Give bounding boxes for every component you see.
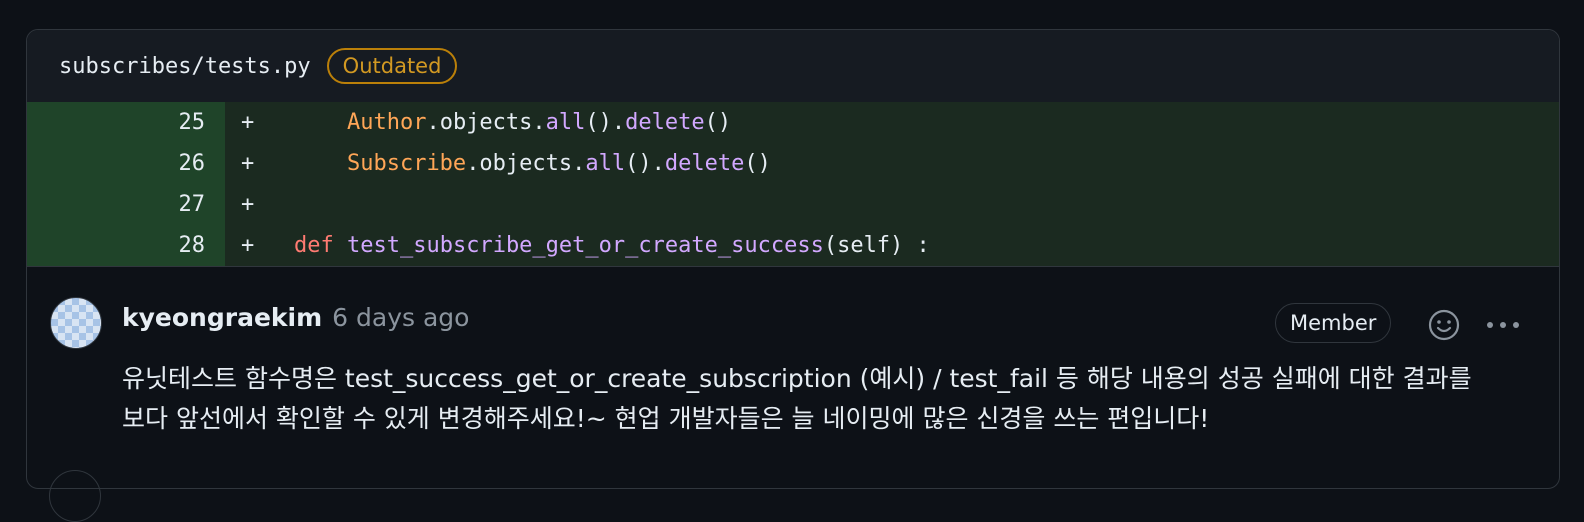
comment-body: 유닛테스트 함수명은 test_success_get_or_create_su… — [122, 359, 1542, 439]
diff-marker: + — [241, 110, 255, 135]
code-token: Author — [346, 110, 427, 135]
diff-marker: + — [241, 151, 255, 176]
diff-marker: + — [241, 192, 255, 217]
diff-line: 25 + Author.objects.all().delete() — [27, 102, 1559, 143]
code-token: def — [294, 233, 334, 258]
code-token: all — [585, 151, 626, 176]
code-token: test_subscribe_get_or_create_success — [347, 233, 824, 258]
code-token: () — [744, 151, 771, 176]
comment-author-link[interactable]: kyeongraekim — [122, 303, 322, 332]
comment-body-line: 유닛테스트 함수명은 test_success_get_or_create_su… — [122, 364, 1472, 393]
code-token: Subscribe — [346, 151, 467, 176]
code-token: .objects. — [426, 110, 546, 135]
review-comment: kyeongraekim 6 days ago Member 유닛테스트 함수명… — [27, 266, 1559, 467]
comment-options-button[interactable] — [1483, 310, 1523, 340]
diff-line: 27 + — [27, 184, 1559, 225]
outdated-badge: Outdated — [326, 48, 458, 84]
comment-timestamp-link[interactable]: 6 days ago — [332, 303, 469, 332]
diff-marker: + — [241, 233, 255, 258]
member-badge: Member — [1275, 303, 1392, 343]
smiley-icon — [1428, 309, 1460, 341]
code-token: (). — [625, 151, 665, 176]
file-path-link[interactable]: subscribes/tests.py — [59, 54, 311, 79]
diff-line: 26 + Subscribe.objects.all().delete() — [27, 143, 1559, 184]
line-number[interactable]: 27 — [27, 184, 225, 225]
code-line: + Author.objects.all().delete() — [225, 102, 1559, 143]
comment-meta: kyeongraekim 6 days ago — [122, 303, 469, 332]
next-comment-avatar[interactable] — [49, 470, 101, 522]
code-line: + Subscribe.objects.all().delete() — [225, 143, 1559, 184]
code-token: (self) : — [823, 233, 930, 258]
code-token: (). — [585, 110, 626, 135]
code-token: delete — [625, 110, 705, 135]
add-reaction-button[interactable] — [1427, 308, 1461, 342]
diff-hunk: 25 + Author.objects.all().delete() 26 + Sub… — [27, 102, 1559, 266]
code-token: delete — [664, 151, 745, 176]
line-number[interactable]: 26 — [27, 143, 225, 184]
file-header: subscribes/tests.py Outdated — [27, 30, 1559, 102]
line-number[interactable]: 28 — [27, 225, 225, 266]
review-thread-card: subscribes/tests.py Outdated 25 + Author.… — [26, 29, 1560, 489]
code-token: all — [545, 110, 586, 135]
code-token: () — [704, 110, 732, 135]
comment-body-line: 보다 앞선에서 확인할 수 있게 변경해주세요!~ 현업 개발자들은 늘 네이밍… — [122, 404, 1210, 433]
diff-line: 28 + def test_subscribe_get_or_create_suc… — [27, 225, 1559, 266]
code-token: .objects. — [466, 151, 586, 176]
line-number[interactable]: 25 — [27, 102, 225, 143]
code-line: + — [225, 184, 1559, 225]
kebab-horizontal-icon — [1487, 322, 1519, 328]
code-line: + def test_subscribe_get_or_create_succe… — [225, 225, 1559, 266]
avatar[interactable] — [50, 297, 102, 349]
